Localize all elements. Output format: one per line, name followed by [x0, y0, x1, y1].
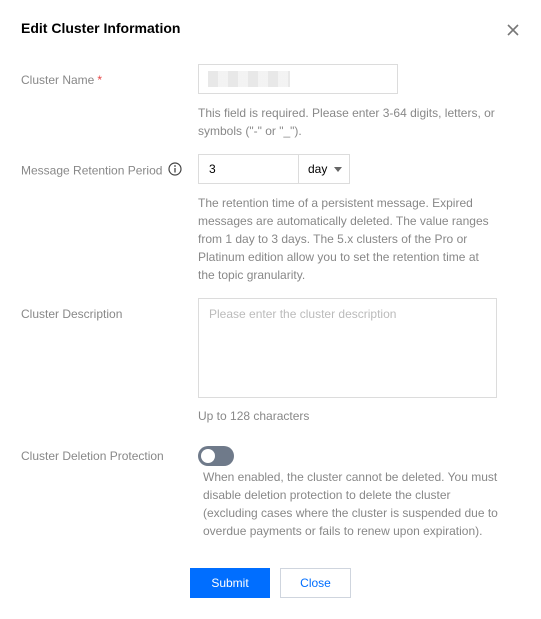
retention-label: Message Retention Period — [21, 162, 183, 180]
info-icon[interactable] — [168, 162, 183, 179]
close-icon[interactable] — [506, 23, 522, 39]
cluster-name-help: This field is required. Please enter 3-6… — [198, 106, 495, 138]
deletion-protection-label: Cluster Deletion Protection — [21, 449, 164, 463]
description-label: Cluster Description — [21, 307, 123, 321]
submit-button[interactable]: Submit — [190, 568, 270, 598]
cluster-name-redacted-value — [208, 71, 290, 87]
cluster-name-label: Cluster Name * — [21, 73, 102, 87]
description-textarea[interactable]: Please enter the cluster description — [198, 298, 497, 398]
retention-label-text: Message Retention Period — [21, 163, 163, 178]
cluster-name-input[interactable] — [198, 64, 398, 94]
toggle-knob — [201, 449, 215, 463]
deletion-protection-toggle[interactable] — [198, 446, 234, 466]
edit-cluster-dialog: Edit Cluster Information Cluster Name * T… — [0, 0, 541, 619]
chevron-down-icon — [334, 166, 343, 172]
retention-value-input[interactable]: 3 — [198, 154, 298, 184]
dialog-title: Edit Cluster Information — [21, 20, 181, 36]
retention-unit-select[interactable]: day — [298, 154, 350, 184]
retention-control: 3 day — [198, 154, 350, 184]
retention-unit-value: day — [308, 162, 328, 176]
cluster-name-label-text: Cluster Name — [21, 73, 95, 87]
retention-help: The retention time of a persistent messa… — [198, 196, 489, 282]
required-mark: * — [97, 73, 103, 87]
close-button[interactable]: Close — [280, 568, 351, 598]
description-limit-hint: Up to 128 characters — [198, 409, 310, 423]
deletion-protection-help: When enabled, the cluster cannot be dele… — [203, 470, 498, 538]
